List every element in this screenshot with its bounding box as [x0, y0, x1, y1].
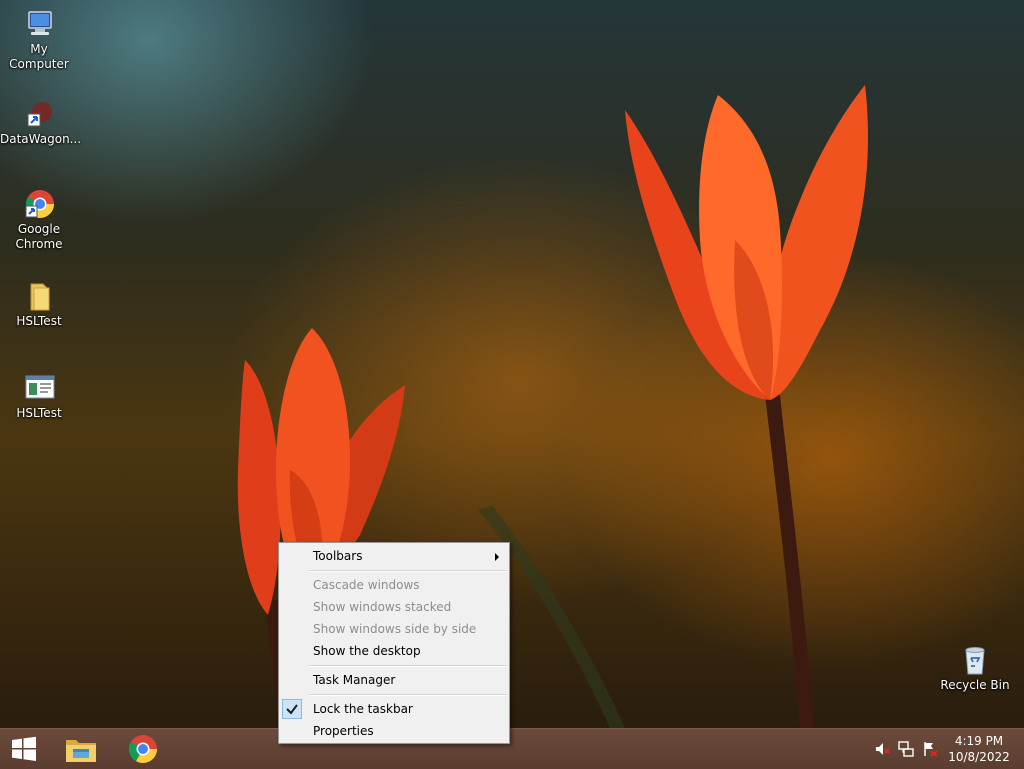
taskbar-context-menu: Toolbars Cascade windows Show windows st…: [278, 542, 510, 744]
network-icon[interactable]: [898, 741, 914, 757]
menu-item-label: Toolbars: [313, 549, 363, 563]
menu-item-lock-the-taskbar[interactable]: Lock the taskbar: [279, 698, 509, 720]
taskbar[interactable]: 4:19 PM 10/8/2022: [0, 728, 1024, 769]
desktop-icon-label: DataWagon...: [0, 132, 82, 146]
desktop-icon-hsltest-app[interactable]: HSLTest: [0, 372, 78, 421]
chrome-icon: [23, 188, 55, 220]
desktop-icon-datawagon[interactable]: DataWagon...: [0, 98, 82, 147]
start-button[interactable]: [0, 729, 48, 769]
menu-item-toolbars[interactable]: Toolbars: [279, 545, 509, 567]
menu-item-properties[interactable]: Properties: [279, 720, 509, 742]
desktop[interactable]: My Computer DataWagon... Google Chrome H…: [0, 0, 1024, 728]
menu-item-show-the-desktop[interactable]: Show the desktop: [279, 640, 509, 662]
taskbar-file-explorer-button[interactable]: [56, 729, 106, 769]
desktop-icon-google-chrome[interactable]: Google Chrome: [0, 188, 78, 252]
menu-item-label: Cascade windows: [313, 578, 420, 592]
menu-separator: [309, 694, 507, 696]
desktop-icon-recycle-bin[interactable]: Recycle Bin: [936, 644, 1014, 693]
desktop-icon-label: HSLTest: [16, 314, 62, 328]
wallpaper-image: [237, 85, 868, 728]
menu-item-task-manager[interactable]: Task Manager: [279, 669, 509, 691]
desktop-icon-hsltest-folder[interactable]: HSLTest: [0, 280, 78, 329]
clock-date: 10/8/2022: [948, 750, 1010, 764]
menu-item-label: Properties: [313, 724, 374, 738]
recycle-bin-icon: [959, 644, 991, 676]
application-icon: [23, 372, 55, 404]
menu-separator: [309, 570, 507, 572]
shortcut-icon: [23, 98, 55, 130]
menu-item-label: Task Manager: [313, 673, 396, 687]
menu-item-label: Show windows side by side: [313, 622, 477, 636]
volume-muted-icon[interactable]: [874, 741, 890, 757]
folder-icon: [23, 280, 55, 312]
desktop-icon-label: Recycle Bin: [940, 678, 1010, 692]
menu-item-cascade-windows: Cascade windows: [279, 574, 509, 596]
taskbar-clock[interactable]: 4:19 PM 10/8/2022: [944, 733, 1014, 765]
chrome-icon: [129, 735, 157, 763]
desktop-icon-label: HSLTest: [16, 406, 62, 420]
menu-item-show-windows-side-by-side: Show windows side by side: [279, 618, 509, 640]
submenu-arrow-icon: [495, 553, 499, 561]
menu-item-label: Lock the taskbar: [313, 702, 413, 716]
menu-item-label: Show windows stacked: [313, 600, 452, 614]
desktop-icon-label: Google Chrome: [15, 222, 63, 251]
desktop-icon-label: My Computer: [9, 42, 69, 71]
desktop-icon-my-computer[interactable]: My Computer: [0, 8, 78, 72]
windows-logo-icon: [12, 736, 36, 761]
computer-icon: [23, 8, 55, 40]
menu-item-label: Show the desktop: [313, 644, 421, 658]
taskbar-chrome-button[interactable]: [118, 729, 168, 769]
menu-separator: [309, 665, 507, 667]
menu-item-show-windows-stacked: Show windows stacked: [279, 596, 509, 618]
file-explorer-icon: [66, 740, 96, 762]
clock-time: 4:19 PM: [954, 734, 1004, 748]
checkmark-icon: [282, 699, 302, 719]
action-center-icon[interactable]: [922, 741, 938, 757]
